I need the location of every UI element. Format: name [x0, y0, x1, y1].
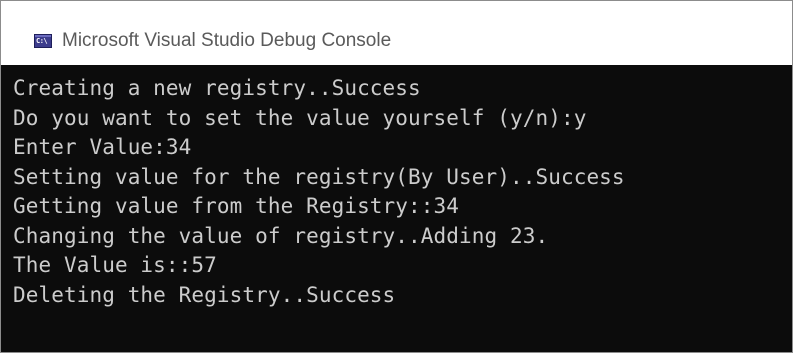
console-line: Changing the value of registry..Adding 2… — [13, 223, 549, 248]
console-line: Enter Value:34 — [13, 135, 192, 159]
console-app-icon: C:\ — [34, 34, 52, 48]
console-line: Do you want to set the value yourself (y… — [13, 105, 587, 130]
window-title: Microsoft Visual Studio Debug Console — [62, 30, 392, 51]
console-line: Setting value for the registry(By User).… — [13, 164, 625, 189]
debug-console-window: C:\ Microsoft Visual Studio Debug Consol… — [0, 0, 793, 353]
console-icon-glyph: C:\ — [36, 37, 48, 45]
console-lines: Creating a new registry..Success Do you … — [13, 74, 625, 310]
console-line: Getting value from the Registry::34 — [13, 194, 460, 218]
title-bar[interactable]: C:\ Microsoft Visual Studio Debug Consol… — [1, 1, 792, 65]
console-output-area[interactable]: Creating a new registry..Success Do you … — [1, 65, 792, 352]
console-line: The Value is::57 — [13, 253, 217, 277]
console-line: Deleting the Registry..Success — [13, 282, 396, 307]
console-line: Creating a new registry..Success — [13, 76, 421, 100]
